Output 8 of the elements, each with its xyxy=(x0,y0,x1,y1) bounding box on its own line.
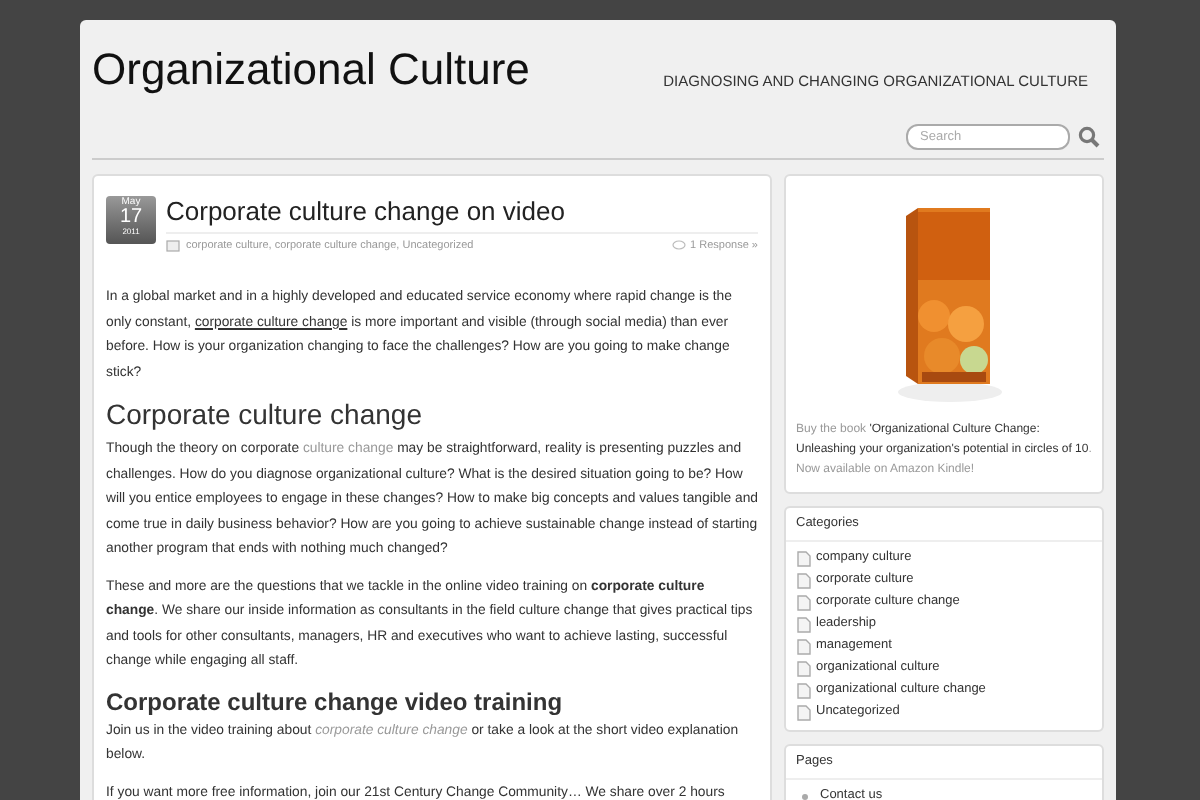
speech-bubble-icon xyxy=(672,240,687,253)
search-icon[interactable] xyxy=(1078,126,1100,148)
site-title[interactable]: Organizational Culture xyxy=(92,40,530,100)
section-heading: Corporate culture change video training xyxy=(106,687,565,716)
post-title[interactable]: Corporate culture change on video xyxy=(166,196,758,228)
section-heading: Corporate culture change xyxy=(106,398,424,431)
bullet-icon xyxy=(802,793,808,799)
folder-icon xyxy=(166,240,180,253)
